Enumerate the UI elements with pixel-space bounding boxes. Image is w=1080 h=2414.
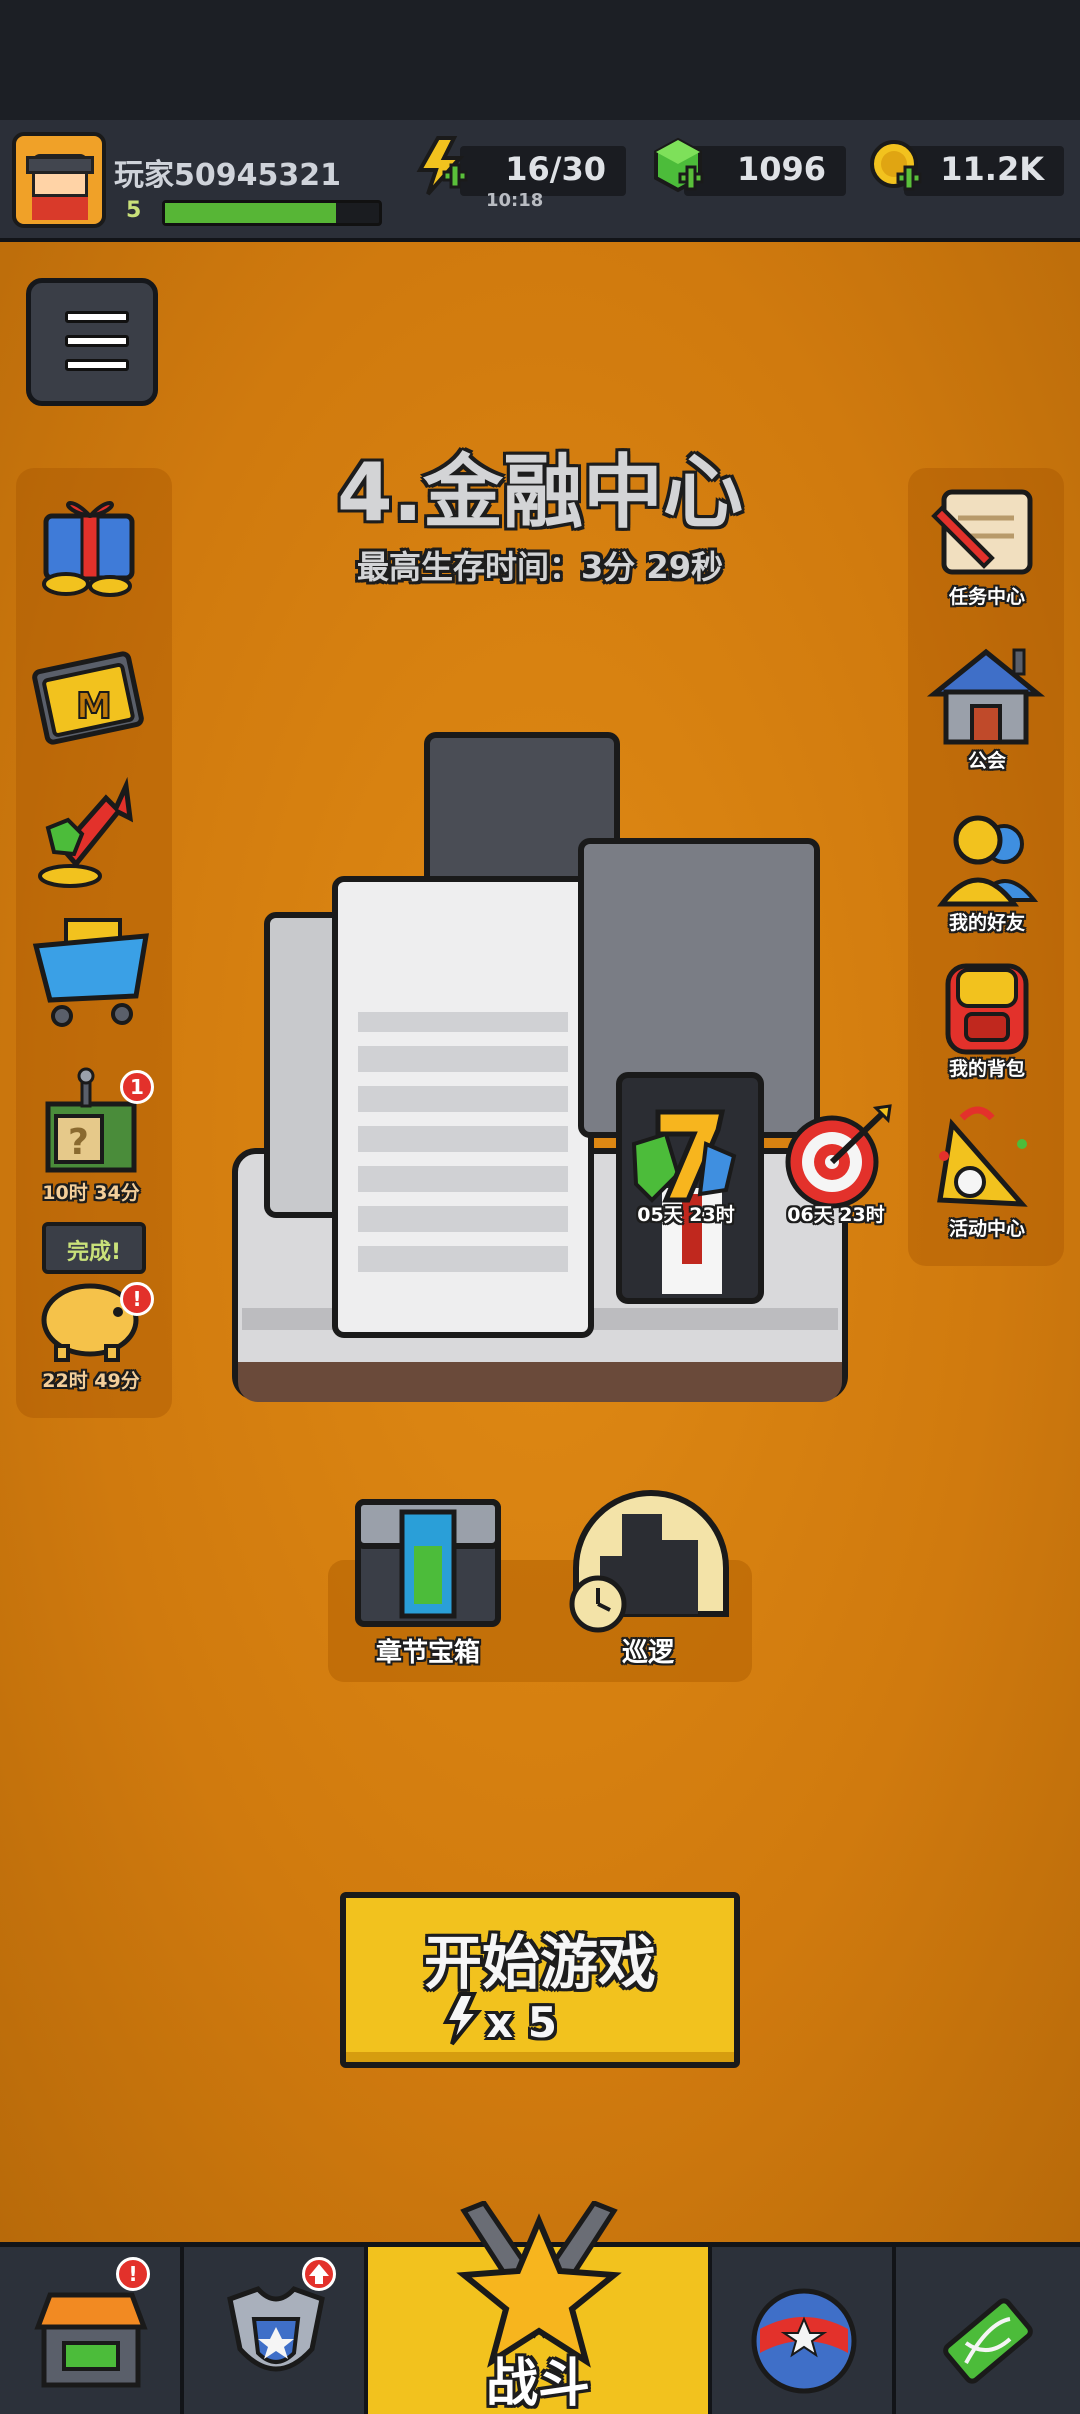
nav-tab-equipment[interactable] (184, 2247, 368, 2414)
lucky-seven-event-button[interactable]: 05天 23时 (626, 1104, 746, 1226)
best-survival-time: 最高生存时间：3分 29秒 (357, 548, 723, 586)
armor-icon (227, 2286, 325, 2372)
main-tower (332, 876, 594, 1338)
xp-progress-fill (165, 203, 337, 223)
patrol-label: 巡逻 (621, 1638, 674, 1668)
target-timer: 06天 23时 (787, 1204, 885, 1226)
patrol-icon (569, 1490, 729, 1633)
event-center-label: 活动中心 (948, 1218, 1025, 1240)
gem-counter[interactable]: 1096 (684, 146, 846, 196)
player-level: 5 (126, 198, 142, 223)
menu-button[interactable] (26, 278, 158, 406)
monthly-card-icon: M (32, 651, 144, 745)
guild-button[interactable]: 公会 (922, 642, 1052, 772)
player-avatar[interactable] (12, 132, 106, 228)
coin-icon (870, 140, 922, 191)
crate-timer: 10时 34分 (42, 1182, 140, 1204)
guild-house-icon (926, 648, 1046, 745)
main-game-area: M ? 1 10时 34分 完成! ! 22时 49分 任务中心 公会 我的好友… (0, 242, 1080, 2242)
guild-label: 公会 (967, 750, 1006, 772)
piggy-notification-badge: ! (120, 1282, 154, 1316)
energy-cost-icon (442, 1992, 482, 2046)
shop-notification-badge: ! (116, 2257, 150, 2291)
top-header: 玩家50945321 5 16/30 10:18 1096 11.2K (0, 120, 1080, 242)
coin-value: 11.2K (940, 150, 1044, 188)
ground-base (238, 1362, 842, 1402)
complete-tag: 完成! (42, 1222, 146, 1274)
backpack-icon (945, 963, 1029, 1055)
lucky-seven-icon (631, 1109, 737, 1203)
nav-tab-battle[interactable]: 战斗 (368, 2201, 712, 2414)
svg-text:M: M (76, 686, 112, 727)
friends-button[interactable]: 我的好友 (922, 804, 1052, 934)
shop-stall-icon (34, 2292, 148, 2388)
piggy-timer: 22时 49分 (42, 1370, 140, 1392)
gem-icon (654, 137, 704, 193)
stage-city-illustration[interactable] (232, 732, 848, 1450)
complete-tag-text: 完成! (66, 1240, 122, 1265)
upgrade-arrow-icon (309, 2264, 329, 2284)
energy-counter[interactable]: 16/30 (460, 146, 626, 196)
bottom-navigation: ! 战斗 (0, 2201, 1080, 2414)
patrol-button[interactable]: 巡逻 (566, 1484, 736, 1674)
target-event-button[interactable]: 06天 23时 (776, 1104, 896, 1226)
dna-evolution-icon (943, 2298, 1033, 2384)
growth-fund-button[interactable] (26, 768, 156, 898)
mystery-crate-button[interactable]: ? 1 10时 34分 (26, 1060, 156, 1204)
xp-progress-bar (162, 200, 382, 226)
chapter-chest-label: 章节宝箱 (375, 1638, 480, 1668)
player-name: 玩家50945321 (114, 158, 341, 193)
gem-value: 1096 (736, 150, 826, 188)
start-game-label: 开始游戏 (423, 1929, 656, 1997)
stage-title: 4.金融中心 (336, 446, 744, 539)
piggy-bank-button[interactable]: 完成! ! 22时 49分 (26, 1222, 156, 1392)
backpack-label: 我的背包 (948, 1058, 1025, 1080)
status-bar (0, 0, 1080, 120)
target-icon (785, 1104, 892, 1209)
event-megaphone-icon (937, 1106, 1028, 1207)
shop-cart-icon (32, 918, 149, 1027)
energy-cost: x 5 (486, 1998, 557, 2047)
coin-counter[interactable]: 11.2K (904, 146, 1064, 196)
friends-icon (936, 815, 1039, 907)
energy-timer: 10:18 (486, 190, 544, 211)
monthly-card-button[interactable]: M (26, 632, 156, 762)
nav-tab-battle-label: 战斗 (485, 2354, 590, 2414)
nav-tab-evolution[interactable] (896, 2247, 1080, 2414)
event-center-button[interactable]: 活动中心 (922, 1104, 1052, 1240)
start-game-button[interactable]: 开始游戏 x 5 (340, 1892, 740, 2068)
energy-lightning-icon (416, 136, 468, 196)
shop-cart-button[interactable] (26, 906, 156, 1036)
nav-tab-shop[interactable]: ! (0, 2247, 184, 2414)
talent-ball-icon (751, 2288, 857, 2394)
svg-text:?: ? (68, 1122, 89, 1163)
growth-fund-icon (38, 776, 134, 888)
lucky-seven-timer: 05天 23时 (637, 1204, 735, 1226)
friends-label: 我的好友 (948, 912, 1025, 934)
chapter-chest-icon (355, 1499, 501, 1627)
crate-notification-badge: 1 (120, 1070, 154, 1104)
nav-tab-talent[interactable] (712, 2247, 896, 2414)
chapter-chest-button[interactable]: 章节宝箱 (352, 1492, 504, 1672)
energy-value: 16/30 (505, 150, 606, 188)
equipment-upgrade-badge (302, 2257, 336, 2291)
backpack-button[interactable]: 我的背包 (922, 950, 1052, 1080)
